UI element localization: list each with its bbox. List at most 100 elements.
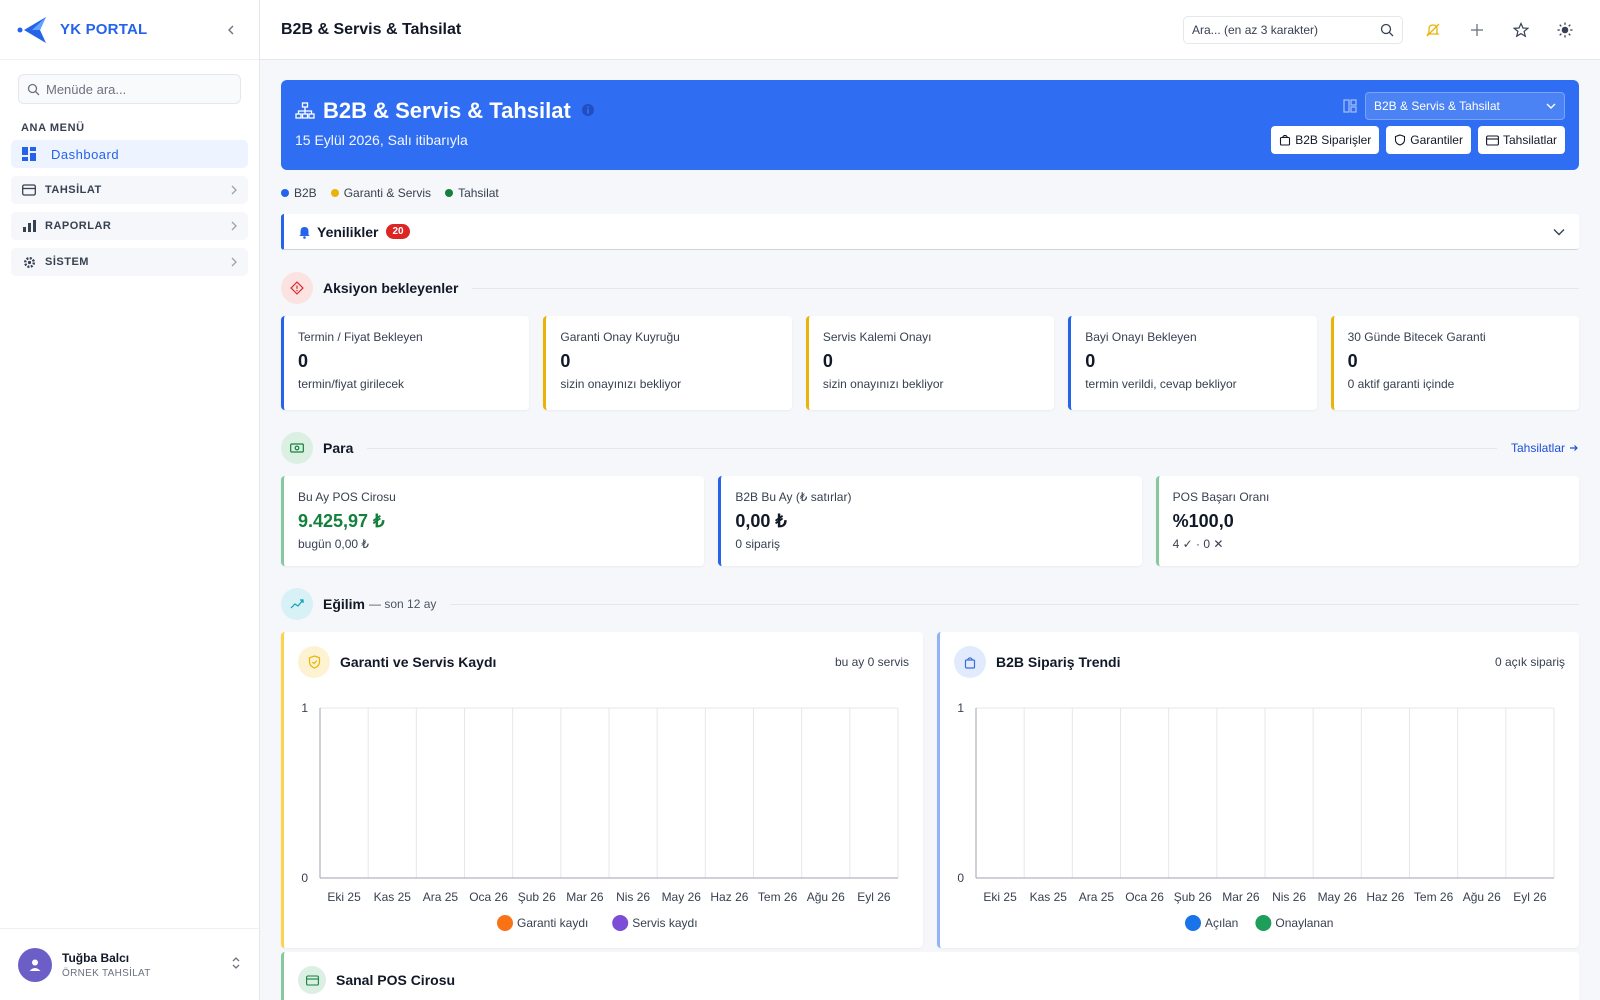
y-tick-label: 1 bbox=[301, 701, 308, 715]
x-tick-label: Kas 25 bbox=[374, 890, 412, 904]
avatar bbox=[18, 947, 52, 982]
domain-legend: B2B Garanti & Servis Tahsilat bbox=[281, 186, 1579, 200]
kpi-card-termin[interactable]: Termin / Fiyat Bekleyen 0 termin/fiyat g… bbox=[281, 316, 530, 410]
sidebar-item-raporlar[interactable]: RAPORLAR bbox=[11, 212, 248, 240]
user-icon bbox=[29, 959, 41, 971]
actions-section-header: Aksiyon bekleyenler bbox=[281, 272, 1579, 304]
legend-label: Garanti kaydı bbox=[517, 916, 588, 930]
global-search-input[interactable] bbox=[1192, 22, 1372, 37]
layout-icon bbox=[1343, 99, 1357, 113]
collections-link[interactable]: Tahsilatlar bbox=[1511, 441, 1579, 455]
x-tick-label: Şub 26 bbox=[518, 890, 556, 904]
y-tick-label: 0 bbox=[301, 871, 308, 885]
kpi-card-pos-success[interactable]: POS Başarı Oranı %100,0 4 ✓ · 0 ✕ bbox=[1155, 476, 1579, 566]
credit-card-icon bbox=[1486, 134, 1499, 146]
section-title: Eğilim bbox=[323, 596, 366, 612]
sun-icon bbox=[1557, 22, 1573, 37]
collections-button[interactable]: Tahsilatlar bbox=[1477, 126, 1565, 154]
legend-swatch bbox=[1255, 915, 1272, 931]
kpi-label: Termin / Fiyat Bekleyen bbox=[298, 330, 423, 344]
kpi-label: Bayi Onayı Bekleyen bbox=[1085, 330, 1197, 344]
sidebar-item-sistem[interactable]: SİSTEM bbox=[11, 248, 248, 276]
legend-item: B2B bbox=[281, 186, 317, 200]
bar-chart-icon bbox=[21, 218, 37, 234]
add-button[interactable] bbox=[1463, 16, 1491, 44]
info-icon[interactable] bbox=[581, 103, 595, 120]
kpi-card-dealer-approval[interactable]: Bayi Onayı Bekleyen 0 termin verildi, ce… bbox=[1068, 316, 1317, 410]
x-tick-label: Ağu 26 bbox=[1463, 890, 1501, 904]
hero-banner: B2B & Servis & Tahsilat 15 Eylül 2026, S… bbox=[281, 80, 1579, 170]
sidebar-item-label: RAPORLAR bbox=[45, 220, 112, 232]
trend-up-icon bbox=[281, 588, 313, 620]
star-icon bbox=[1513, 21, 1529, 37]
x-tick-label: Nis 26 bbox=[1272, 890, 1306, 904]
x-tick-label: Haz 26 bbox=[1366, 890, 1404, 904]
collections-link-label: Tahsilatlar bbox=[1510, 441, 1565, 455]
x-tick-label: Oca 26 bbox=[1125, 890, 1164, 904]
user-menu[interactable]: Tuğba Balcı ÖRNEK TAHSİLAT bbox=[0, 928, 259, 1000]
gear-icon bbox=[21, 254, 37, 270]
menu-search-input[interactable] bbox=[46, 81, 226, 97]
news-accordion[interactable]: Yenilikler 20 bbox=[281, 214, 1579, 250]
page-title: B2B & Servis & Tahsilat bbox=[281, 20, 462, 38]
plus-icon bbox=[1471, 23, 1483, 36]
brand-logo-icon bbox=[17, 16, 46, 43]
notifications-off-button[interactable] bbox=[1419, 16, 1447, 44]
x-tick-label: Kas 25 bbox=[1030, 890, 1068, 904]
y-tick-label: 0 bbox=[957, 871, 964, 885]
chart-note: 0 açık sipariş bbox=[1494, 655, 1565, 669]
sidebar-item-label: SİSTEM bbox=[45, 256, 89, 268]
hero-title: B2B & Servis & Tahsilat bbox=[323, 98, 571, 123]
favorites-button[interactable] bbox=[1507, 16, 1535, 44]
search-icon bbox=[27, 83, 40, 95]
dashboard-icon bbox=[21, 146, 37, 162]
chart-note: bu ay 0 servis bbox=[834, 655, 909, 669]
menu-search[interactable] bbox=[18, 74, 241, 104]
kpi-card-expiring-warranty[interactable]: 30 Günde Bitecek Garanti 0 0 aktif garan… bbox=[1330, 316, 1580, 410]
trend-charts: Garanti ve Servis Kaydı bu ay 0 servis 0… bbox=[281, 632, 1579, 948]
b2b-orders-button[interactable]: B2B Siparişler bbox=[1271, 126, 1380, 154]
kpi-value: 0 bbox=[1347, 351, 1358, 371]
legend-label: Açılan bbox=[1205, 916, 1238, 930]
kpi-value: %100,0 bbox=[1172, 511, 1234, 531]
collapse-sidebar-button[interactable] bbox=[219, 18, 243, 42]
kpi-card-warranty-queue[interactable]: Garanti Onay Kuyruğu 0 sizin onayınızı b… bbox=[543, 316, 792, 410]
brand: YK PORTAL bbox=[0, 0, 259, 60]
shopping-bag-icon bbox=[954, 646, 986, 678]
kpi-card-b2b-month[interactable]: B2B Bu Ay (₺ satırlar) 0,00 ₺ 0 sipariş bbox=[718, 476, 1142, 566]
alert-diamond-icon bbox=[281, 272, 313, 304]
dashboard-view-select[interactable]: B2B & Servis & Tahsilat bbox=[1365, 92, 1565, 120]
x-tick-label: May 26 bbox=[662, 890, 702, 904]
kpi-card-pos-revenue[interactable]: Bu Ay POS Cirosu 9.425,97 ₺ bugün 0,00 ₺ bbox=[281, 476, 705, 566]
sidebar-item-tahsilat[interactable]: TAHSİLAT bbox=[11, 176, 248, 204]
kpi-label: 30 Günde Bitecek Garanti bbox=[1347, 330, 1486, 344]
money-section-header: Para Tahsilatlar bbox=[281, 432, 1579, 464]
x-tick-label: May 26 bbox=[1318, 890, 1358, 904]
search-icon bbox=[1380, 23, 1394, 36]
kpi-subtext: 0 sipariş bbox=[735, 537, 781, 551]
warranties-button[interactable]: Garantiler bbox=[1386, 126, 1471, 154]
menu-heading: ANA MENÜ bbox=[21, 122, 85, 134]
theme-toggle-button[interactable] bbox=[1551, 16, 1579, 44]
kpi-value: 0,00 ₺ bbox=[735, 511, 787, 531]
kpi-card-service-item[interactable]: Servis Kalemi Onayı 0 sizin onayınızı be… bbox=[805, 316, 1055, 410]
legend-label: Garanti & Servis bbox=[343, 186, 432, 200]
chevron-right-icon bbox=[230, 183, 238, 198]
global-search[interactable] bbox=[1183, 15, 1403, 44]
sitemap-icon bbox=[295, 102, 315, 119]
chart-card-warranty-service: Garanti ve Servis Kaydı bu ay 0 servis 0… bbox=[281, 632, 923, 948]
legend-dot bbox=[445, 189, 454, 197]
sidebar-item-label: Dashboard bbox=[51, 146, 120, 162]
shield-check-icon bbox=[298, 646, 330, 678]
kpi-label: B2B Bu Ay (₺ satırlar) bbox=[735, 490, 852, 504]
x-tick-label: Eki 25 bbox=[983, 890, 1017, 904]
legend-label: Tahsilat bbox=[458, 186, 499, 200]
chevron-up-down-icon[interactable] bbox=[231, 956, 241, 973]
sidebar-item-dashboard[interactable]: Dashboard bbox=[11, 140, 248, 168]
main-content: B2B & Servis & Tahsilat 15 Eylül 2026, S… bbox=[281, 80, 1580, 948]
legend-dot bbox=[330, 189, 339, 197]
kpi-label: Servis Kalemi Onayı bbox=[822, 330, 932, 344]
chevron-down-icon bbox=[1553, 224, 1565, 239]
chart-title: Sanal POS Cirosu bbox=[336, 972, 456, 988]
sidebar-item-label: TAHSİLAT bbox=[45, 184, 102, 196]
